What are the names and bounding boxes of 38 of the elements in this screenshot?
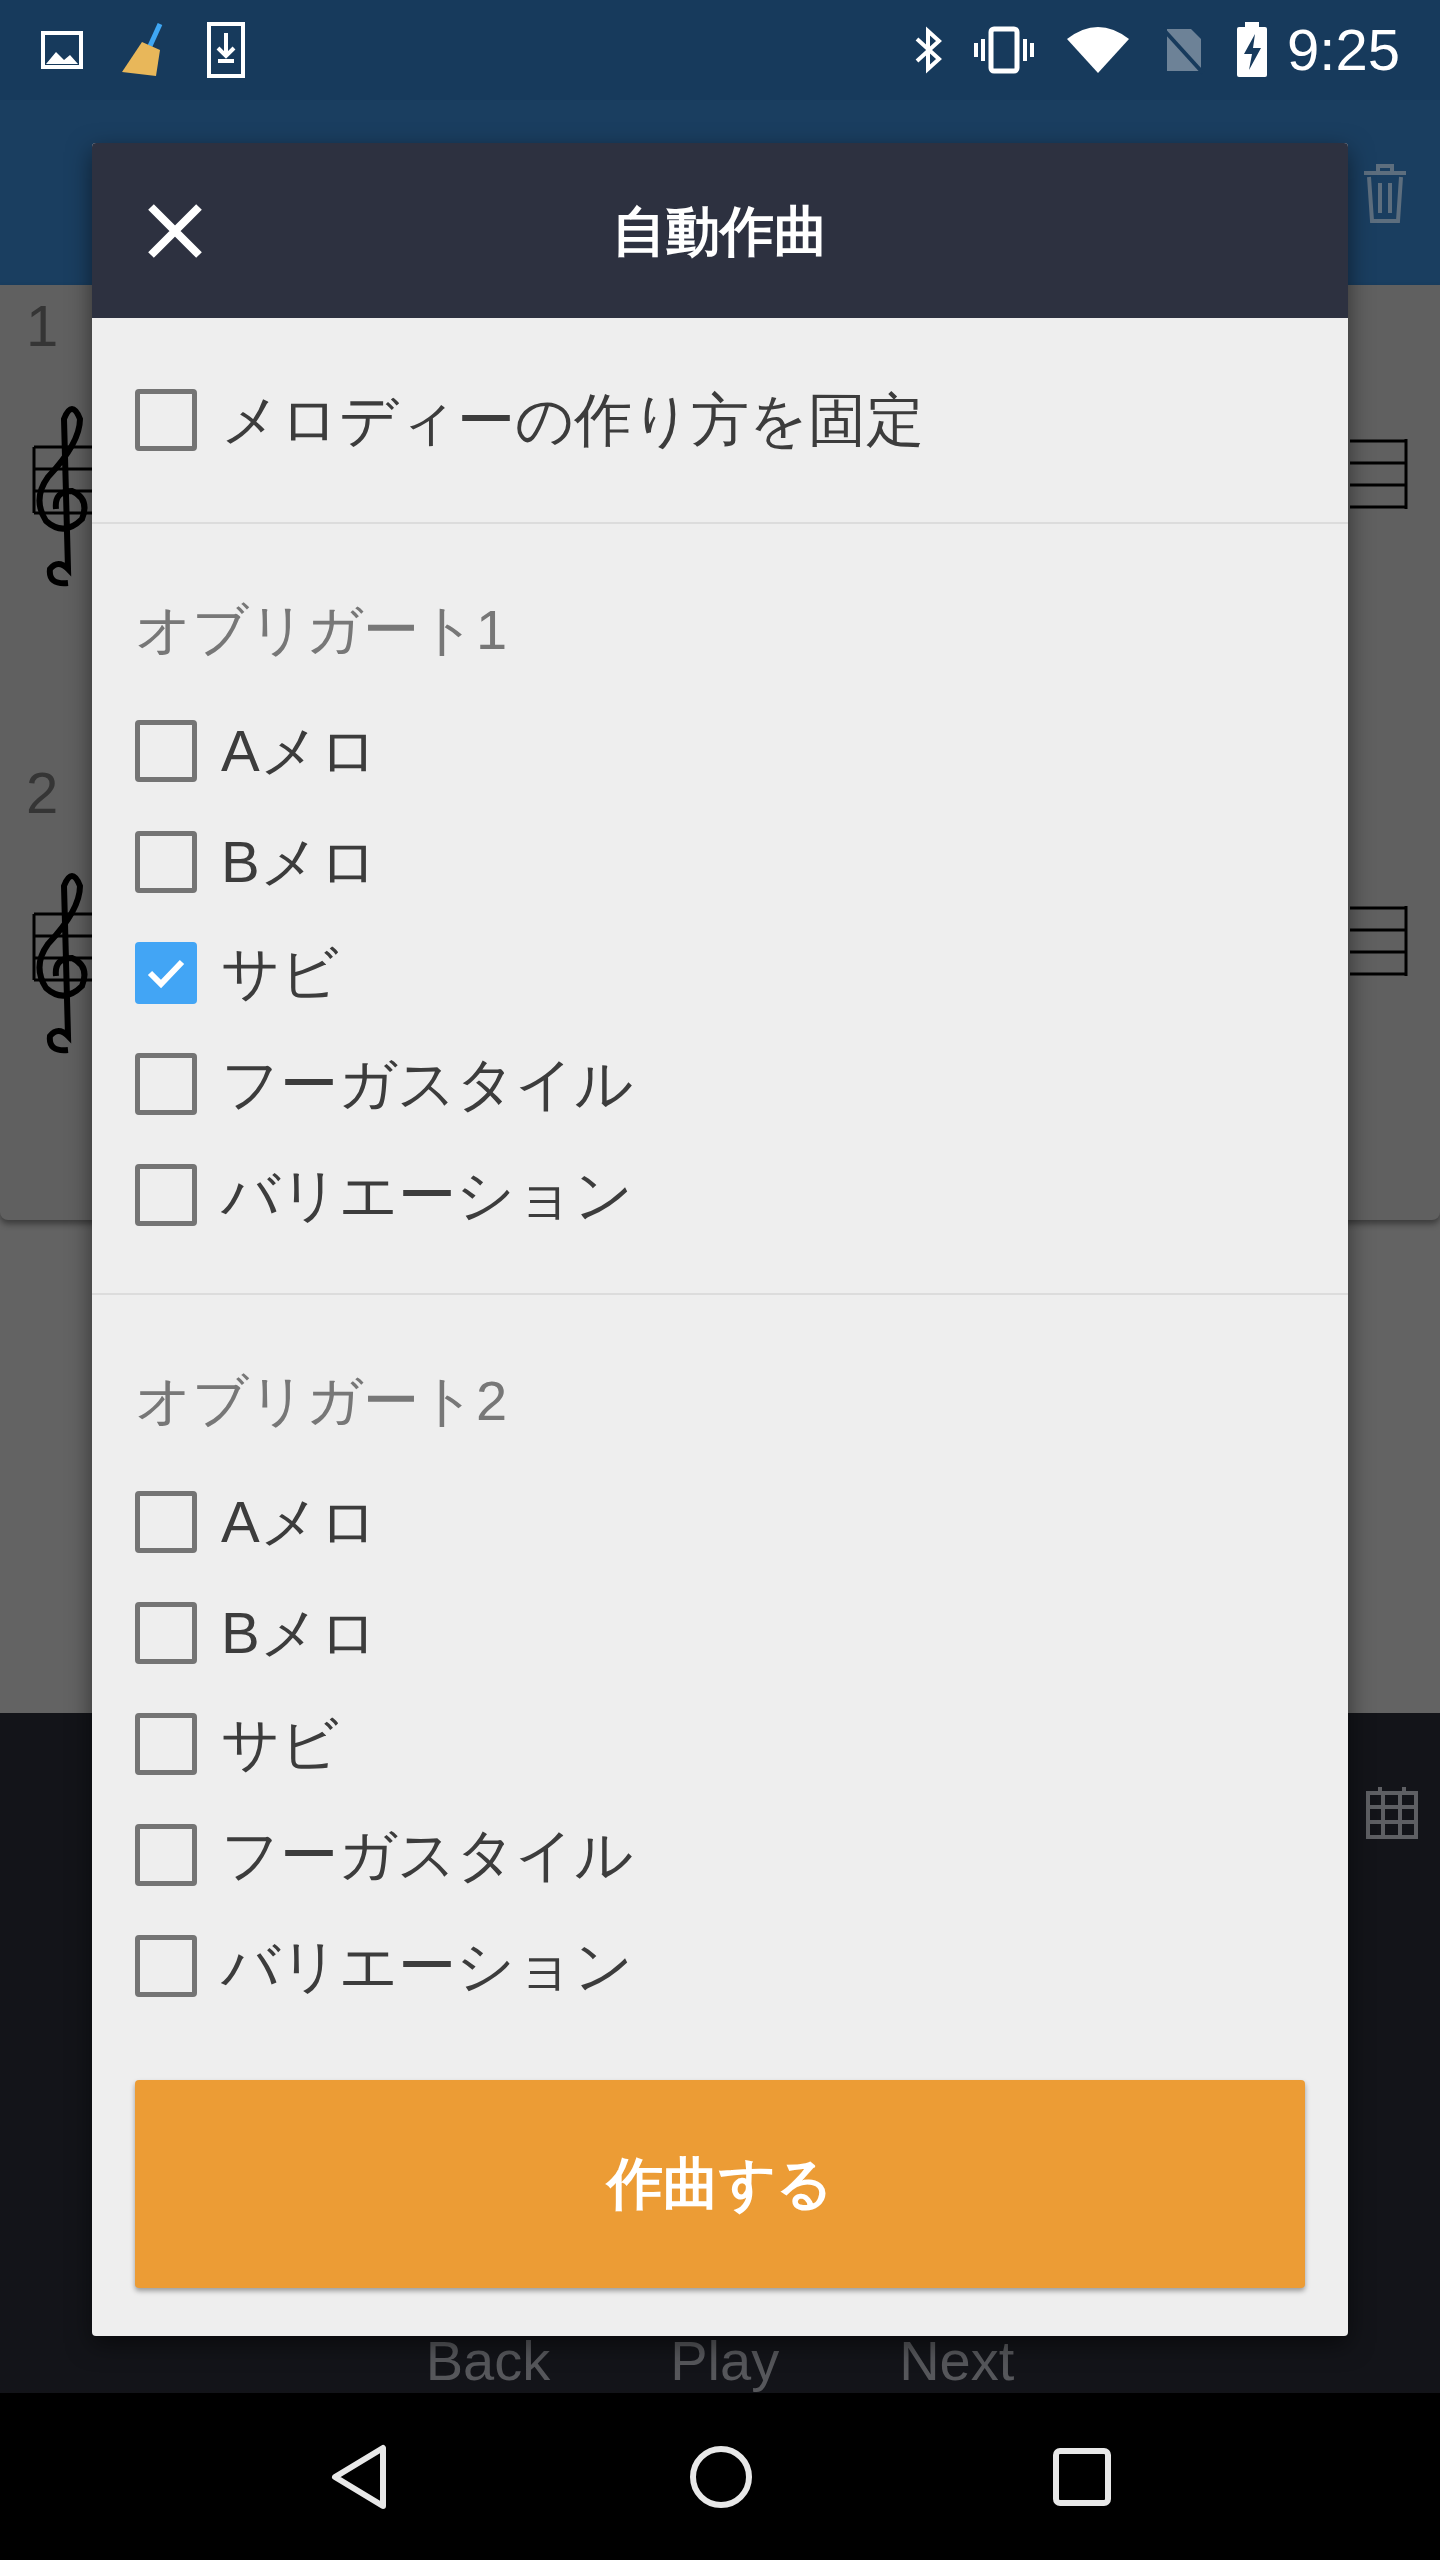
checkbox-option[interactable]: Aメロ bbox=[135, 1466, 1305, 1577]
image-icon bbox=[40, 30, 84, 70]
vibrate-icon bbox=[973, 25, 1036, 75]
dialog-title: 自動作曲 bbox=[612, 203, 828, 258]
checkbox-option[interactable]: バリエーション bbox=[135, 1910, 1305, 2021]
wifi-icon bbox=[1065, 25, 1132, 75]
back-icon[interactable] bbox=[329, 2443, 389, 2510]
checkbox[interactable] bbox=[135, 1490, 197, 1553]
recents-icon[interactable] bbox=[1053, 2447, 1111, 2506]
checkbox[interactable] bbox=[135, 1934, 197, 1997]
checkbox[interactable] bbox=[135, 1163, 197, 1226]
checkbox-option[interactable]: Bメロ bbox=[135, 1577, 1305, 1688]
section-heading: オブリガート1 bbox=[135, 596, 509, 663]
checkbox-option[interactable]: フーガスタイル bbox=[135, 1799, 1305, 1910]
checkbox[interactable] bbox=[135, 941, 197, 1004]
checkbox-option[interactable]: フーガスタイル bbox=[135, 1028, 1305, 1139]
calendar-icon bbox=[1364, 1785, 1420, 1841]
checkbox[interactable] bbox=[135, 1601, 197, 1664]
checkbox[interactable] bbox=[135, 1823, 197, 1886]
staff-lines bbox=[1350, 906, 1410, 976]
checkbox-option[interactable]: Bメロ bbox=[135, 806, 1305, 917]
staff-lines bbox=[1350, 439, 1410, 509]
checkbox-option[interactable]: サビ bbox=[135, 917, 1305, 1028]
checkbox[interactable] bbox=[135, 389, 197, 451]
checkbox[interactable] bbox=[135, 830, 197, 893]
clock: 9:25 bbox=[1287, 21, 1400, 79]
bluetooth-icon bbox=[913, 25, 944, 75]
download-icon bbox=[206, 21, 246, 79]
section-heading: オブリガート2 bbox=[135, 1367, 509, 1434]
checkbox[interactable] bbox=[135, 1052, 197, 1115]
checkbox[interactable] bbox=[135, 1712, 197, 1775]
checkbox-option[interactable]: バリエーション bbox=[135, 1139, 1305, 1250]
checkbox-option[interactable]: サビ bbox=[135, 1688, 1305, 1799]
checkbox-option[interactable]: Aメロ bbox=[135, 695, 1305, 806]
home-icon[interactable] bbox=[689, 2444, 753, 2509]
checkbox-option[interactable]: メロディーの作り方を固定 bbox=[135, 364, 1305, 476]
checkbox[interactable] bbox=[135, 719, 197, 782]
battery-icon bbox=[1235, 22, 1270, 78]
